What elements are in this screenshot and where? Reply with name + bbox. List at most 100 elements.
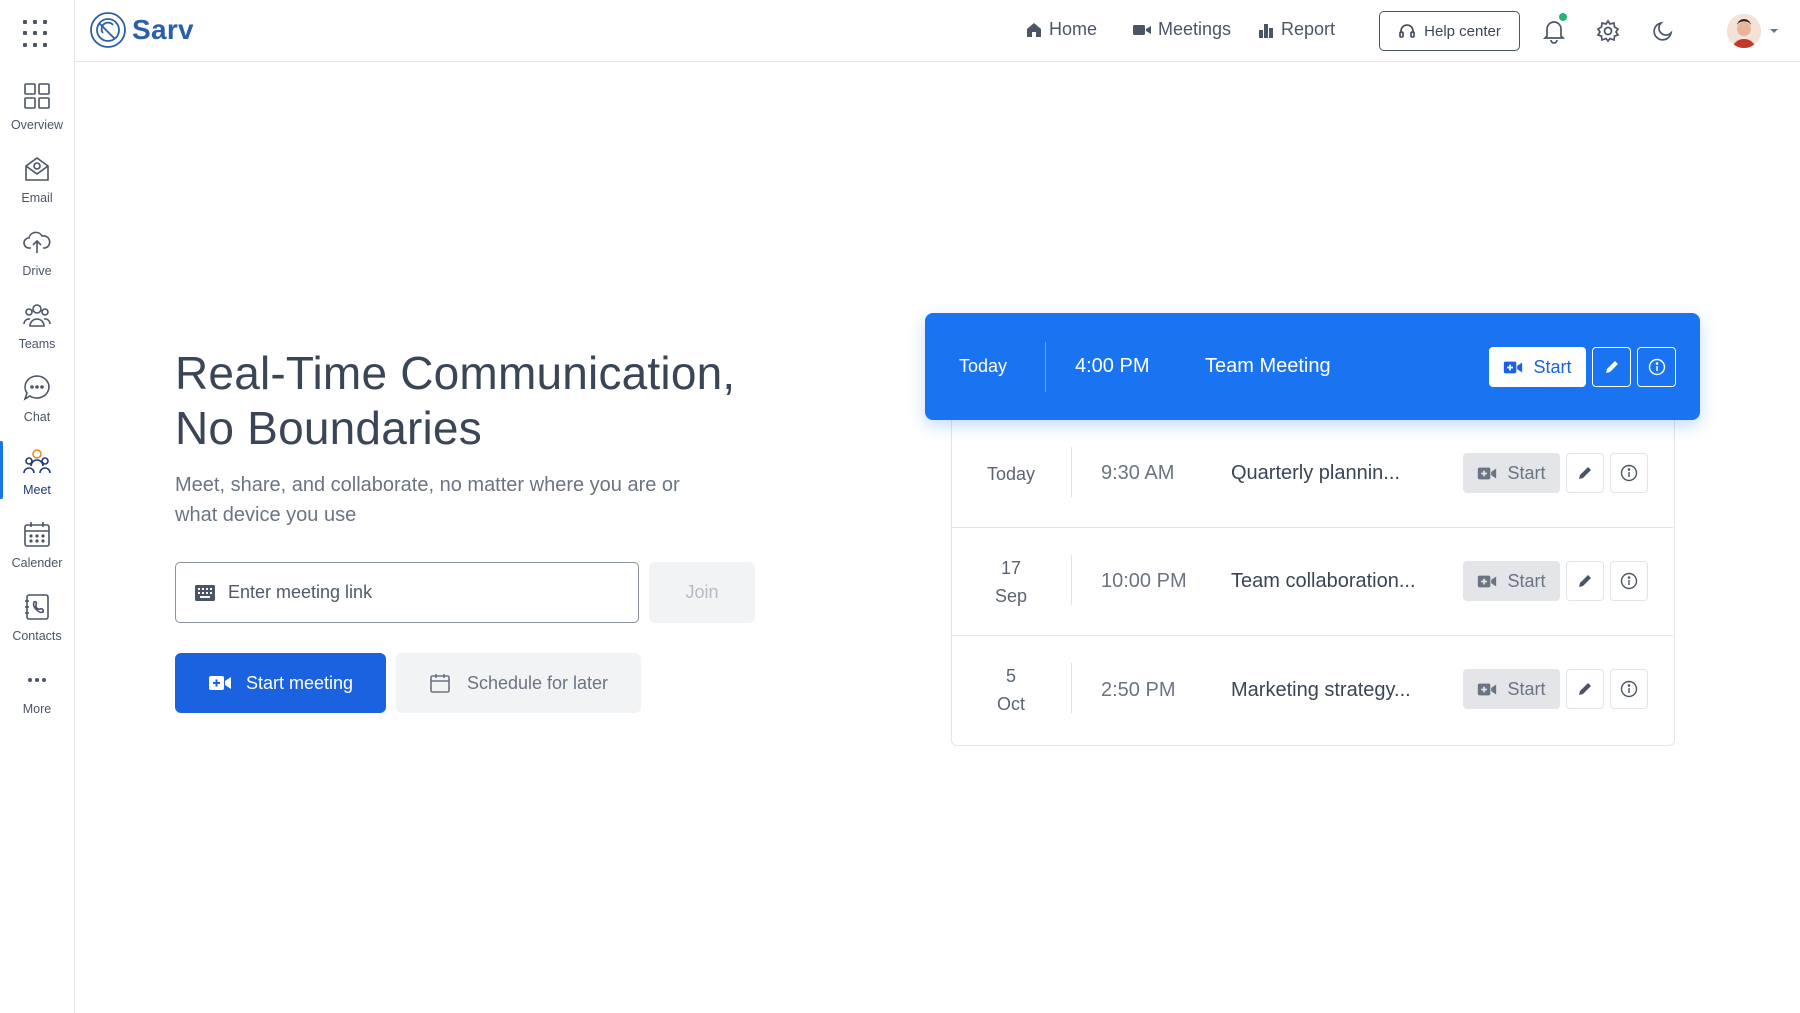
meeting-time: 9:30 AM (1101, 462, 1175, 484)
chevron-down-icon[interactable] (1768, 24, 1780, 42)
featured-meeting-date: Today (959, 356, 1008, 376)
video-add-icon (1478, 575, 1497, 587)
nav-meetings[interactable]: Meetings (1132, 19, 1231, 40)
meeting-date-month: Oct (996, 694, 1025, 714)
start-button[interactable]: Start (1463, 561, 1560, 601)
join-button[interactable]: Join (649, 562, 755, 623)
sidebar-item-overview[interactable]: Overview (0, 80, 74, 144)
meeting-date-day: 17 (1000, 557, 1022, 578)
bar-chart-icon (1259, 23, 1273, 38)
schedule-later-label: Schedule for later (466, 672, 609, 693)
sidebar-item-label: Chat (23, 410, 51, 424)
app-name: Sarv (132, 14, 194, 45)
more-icon (21, 664, 53, 696)
meeting-row[interactable]: 5 Oct 2:50 PM Marketing strategy... Star… (952, 636, 1673, 744)
sidebar-item-label: Contacts (12, 629, 62, 643)
app-logo[interactable]: Sarv (89, 11, 194, 49)
sidebar: Overview Email Drive Teams Chat Meet Cal… (0, 0, 75, 1013)
nav-home[interactable]: Home (1025, 19, 1097, 40)
sidebar-item-email[interactable]: Email (0, 153, 74, 217)
featured-info-button[interactable] (1637, 347, 1676, 387)
nav-home-label: Home (1049, 19, 1098, 39)
info-button[interactable] (1610, 561, 1648, 601)
sidebar-item-teams[interactable]: Teams (0, 299, 74, 363)
title-line-2: No Boundaries (175, 402, 482, 454)
sidebar-item-drive[interactable]: Drive (0, 226, 74, 290)
calendar-icon (21, 518, 53, 550)
start-button[interactable]: Start (1463, 453, 1560, 493)
sidebar-item-label: Email (21, 191, 53, 205)
home-icon (1027, 22, 1041, 37)
meeting-link-input[interactable] (228, 582, 608, 603)
sidebar-item-label: More (22, 702, 52, 716)
meeting-date-month: Sep (994, 585, 1028, 606)
video-add-icon (1504, 361, 1523, 373)
notification-status-dot (1557, 11, 1569, 23)
user-avatar[interactable] (1727, 14, 1761, 48)
settings-button[interactable] (1592, 15, 1624, 47)
meeting-link-field[interactable] (175, 562, 639, 623)
start-label: Start (1507, 462, 1546, 483)
top-bar: Sarv Home Meetings Report Help center (75, 0, 1800, 62)
info-button[interactable] (1610, 669, 1648, 709)
sidebar-item-chat[interactable]: Chat (0, 372, 74, 436)
start-label: Start (1533, 356, 1572, 377)
start-button[interactable]: Start (1463, 669, 1560, 709)
chat-icon (21, 372, 53, 404)
featured-meeting-card[interactable]: Today 4:00 PM Team Meeting Start (925, 313, 1700, 420)
meeting-title: Quarterly plannin... (1231, 462, 1400, 484)
sidebar-item-contacts[interactable]: Contacts (0, 591, 74, 655)
info-icon (1620, 572, 1638, 590)
sidebar-item-label: Meet (23, 483, 51, 497)
featured-meeting-time: 4:00 PM (1075, 355, 1150, 377)
dark-mode-toggle[interactable] (1647, 15, 1679, 47)
divider (1071, 663, 1072, 713)
edit-button[interactable] (1566, 453, 1604, 493)
apps-grid-icon[interactable] (23, 20, 51, 48)
nav-meetings-label: Meetings (1158, 19, 1232, 39)
headset-icon (1399, 24, 1415, 38)
video-camera-icon (1133, 24, 1151, 35)
sidebar-item-label: Drive (22, 264, 52, 278)
start-label: Start (1507, 570, 1546, 591)
schedule-later-button[interactable]: Schedule for later (396, 653, 641, 713)
video-add-icon (1478, 683, 1497, 695)
keyboard-icon (195, 584, 215, 601)
email-icon (21, 153, 53, 185)
start-meeting-button[interactable]: Start meeting (175, 653, 386, 713)
logo-icon (90, 12, 126, 48)
featured-meeting-title: Team Meeting (1205, 355, 1331, 377)
overview-icon (21, 80, 53, 112)
title-line-1: Real-Time Communication, (175, 347, 736, 399)
meeting-date-day: 5 (1005, 666, 1016, 686)
page-subtitle: Meet, share, and collaborate, no matter … (175, 474, 680, 526)
sidebar-item-calender[interactable]: Calender (0, 518, 74, 582)
info-icon (1648, 358, 1665, 376)
sidebar-item-label: Teams (18, 337, 56, 351)
edit-button[interactable] (1566, 561, 1604, 601)
meeting-time: 2:50 PM (1101, 678, 1176, 701)
sidebar-item-meet[interactable]: Meet (0, 441, 74, 509)
info-icon (1620, 680, 1638, 698)
featured-start-button[interactable]: Start (1489, 347, 1586, 387)
upcoming-meetings-list: Today 9:30 AM Quarterly plannin... Start… (951, 420, 1675, 746)
notifications-button[interactable] (1538, 11, 1570, 47)
nav-report[interactable]: Report (1257, 19, 1335, 40)
meet-icon (21, 445, 53, 477)
contacts-icon (21, 591, 53, 623)
divider (1071, 555, 1072, 605)
sidebar-item-more[interactable]: More (0, 664, 74, 728)
info-button[interactable] (1610, 453, 1648, 493)
video-add-icon (208, 676, 231, 690)
help-center-button[interactable]: Help center (1379, 11, 1520, 51)
start-meeting-label: Start meeting (245, 672, 354, 693)
user-photo-icon (1727, 14, 1761, 48)
moon-icon (1653, 21, 1673, 41)
sidebar-item-label: Overview (10, 118, 64, 132)
meeting-date: 5 Oct (952, 636, 1070, 744)
meeting-row[interactable]: Today 9:30 AM Quarterly plannin... Start (952, 420, 1673, 528)
featured-edit-button[interactable] (1592, 347, 1631, 387)
edit-button[interactable] (1566, 669, 1604, 709)
pencil-icon (1579, 683, 1591, 695)
meeting-row[interactable]: 17 Sep 10:00 PM Team collaboration... St… (952, 528, 1673, 636)
